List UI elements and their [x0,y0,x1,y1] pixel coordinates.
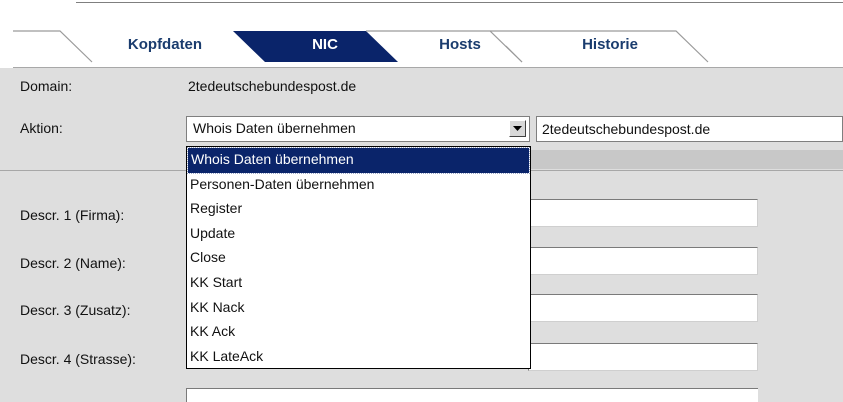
aktion-label: Aktion: [20,120,63,136]
tab-hosts[interactable]: Hosts [410,30,510,60]
domain-value: 2tedeutschebundespost.de [188,78,357,94]
dropdown-option[interactable]: Personen-Daten übernehmen [187,173,530,198]
domain-label: Domain: [20,78,73,94]
descr-1-input[interactable] [528,199,758,227]
chevron-down-icon [513,126,522,131]
tab-bar-baseline [13,67,843,68]
dropdown-option[interactable]: KK Nack [187,296,530,321]
tab-nic[interactable]: NIC [275,30,375,60]
descr-2-label: Descr. 2 (Name): [20,255,126,271]
dropdown-option[interactable]: Close [187,246,530,271]
aktion-select[interactable]: Whois Daten übernehmen [186,116,530,142]
descr-3-input[interactable] [528,294,758,322]
dropdown-option[interactable]: Update [187,222,530,247]
descr-4-input[interactable] [528,343,758,371]
dropdown-option[interactable]: KK LateAck [187,345,530,370]
descr-1-label: Descr. 1 (Firma): [20,207,125,223]
dropdown-option[interactable]: KK Ack [187,320,530,345]
descr-5-input[interactable] [186,388,758,402]
aktion-text-field[interactable] [537,117,842,141]
section-header-band [528,150,843,169]
dropdown-option[interactable]: Register [187,197,530,222]
descr-2-input[interactable] [528,247,758,275]
dropdown-option[interactable]: KK Start [187,271,530,296]
aktion-text-input[interactable] [536,116,843,142]
dropdown-option[interactable]: Whois Daten übernehmen [187,147,530,174]
descr-3-label: Descr. 3 (Zusatz): [20,302,131,318]
dropdown-arrow-button[interactable] [509,120,526,137]
tab-kopfdaten[interactable]: Kopfdaten [110,30,220,60]
aktion-select-value: Whois Daten übernehmen [193,120,356,136]
tab-historie[interactable]: Historie [555,30,665,60]
tab-bar: Kopfdaten NIC Hosts Historie [0,0,843,68]
aktion-dropdown-list: Whois Daten übernehmen Personen-Daten üb… [186,146,531,369]
descr-4-label: Descr. 4 (Strasse): [20,351,136,367]
